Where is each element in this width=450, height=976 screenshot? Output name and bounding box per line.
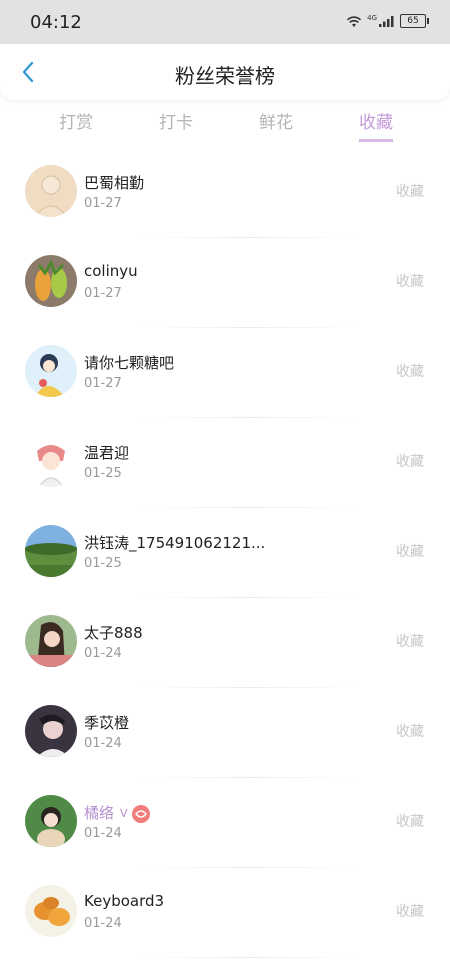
tab-label: 打卡 [159,113,193,133]
avatar[interactable] [25,345,77,397]
tab-label: 鲜花 [259,113,293,133]
favorite-action[interactable]: 收藏 [396,721,424,741]
tab-label: 收藏 [359,108,393,142]
favorite-action[interactable]: 收藏 [396,901,424,921]
list-item[interactable]: 橘络 ᐯ 01-24 收藏 [0,778,450,868]
page-title: 粉丝荣誉榜 [175,64,275,88]
avatar[interactable] [25,255,77,307]
avatar[interactable] [25,885,77,937]
favorite-action[interactable]: 收藏 [396,811,424,831]
favorite-action[interactable]: 收藏 [396,181,424,201]
avatar[interactable] [25,615,77,667]
user-name: 洪钰涛_175491062121... [84,534,266,552]
date-label: 01-24 [84,826,122,841]
status-icons: 4G 65 [346,14,429,28]
list-item[interactable]: 季苡橙 01-24 收藏 [0,688,450,778]
user-badges: ᐯ [120,804,150,823]
fan-list: 巴蜀相勤 01-27 收藏 colinyu 01-27 收藏 请你七颗糖吧 01… [0,148,450,958]
avatar[interactable] [25,435,77,487]
list-item[interactable]: 温君迎 01-25 收藏 [0,418,450,508]
date-label: 01-24 [84,736,122,751]
network-label: 4G [367,14,377,22]
v-badge-icon: ᐯ [120,807,128,820]
user-name: colinyu [84,262,138,280]
wifi-icon [347,16,362,27]
list-item[interactable]: colinyu 01-27 收藏 [0,238,450,328]
user-name: 橘络 ᐯ [84,802,150,823]
favorite-action[interactable]: 收藏 [396,541,424,561]
tab-label: 打赏 [59,113,93,133]
tab-tip[interactable]: 打赏 [36,108,116,139]
top-app-bar: 粉丝荣誉榜 [0,44,450,100]
date-label: 01-25 [84,466,122,481]
date-label: 01-27 [84,286,122,301]
list-item[interactable]: 请你七颗糖吧 01-27 收藏 [0,328,450,418]
user-name: 季苡橙 [84,714,130,732]
list-item[interactable]: Keyboard3 01-24 收藏 [0,868,450,958]
favorite-action[interactable]: 收藏 [396,451,424,471]
gift-badge-icon [131,804,150,823]
favorite-action[interactable]: 收藏 [396,271,424,291]
tab-favorites[interactable]: 收藏 [336,108,416,142]
date-label: 01-24 [84,646,122,661]
user-name: 请你七颗糖吧 [84,354,175,372]
date-label: 01-24 [84,916,122,931]
user-name: 太子888 [84,624,143,642]
tab-bar: 打赏 打卡 鲜花 收藏 [0,108,450,148]
status-bar: 04:12 4G 65 [0,0,450,44]
tab-checkin[interactable]: 打卡 [136,108,216,139]
list-item[interactable]: 巴蜀相勤 01-27 收藏 [0,148,450,238]
date-label: 01-27 [84,376,122,391]
avatar[interactable] [25,165,77,217]
avatar[interactable] [25,525,77,577]
user-name: Keyboard3 [84,892,165,910]
list-item[interactable]: 洪钰涛_175491062121... 01-25 收藏 [0,508,450,598]
list-item[interactable]: 太子888 01-24 收藏 [0,598,450,688]
user-name: 巴蜀相勤 [84,174,145,192]
date-label: 01-25 [84,556,122,571]
signal-icon [379,16,394,27]
favorite-action[interactable]: 收藏 [396,361,424,381]
tab-flowers[interactable]: 鲜花 [236,108,316,139]
battery-icon: 65 [400,14,429,28]
avatar[interactable] [25,705,77,757]
status-time: 04:12 [30,12,82,33]
date-label: 01-27 [84,196,122,211]
avatar[interactable] [25,795,77,847]
favorite-action[interactable]: 收藏 [396,631,424,651]
user-name: 温君迎 [84,444,130,462]
divider [140,957,360,958]
